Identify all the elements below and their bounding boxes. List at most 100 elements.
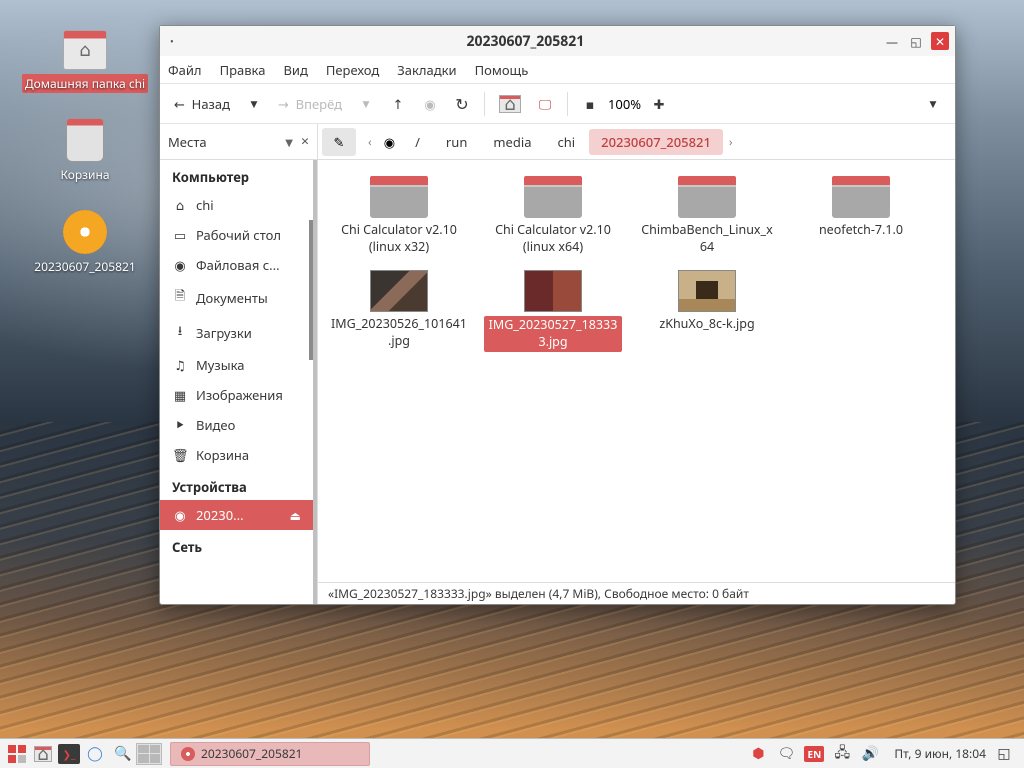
up-button[interactable]: ↑ (384, 90, 412, 118)
separator (567, 92, 568, 116)
file-grid[interactable]: Chi Calculator v2.10 (linux x32) Chi Cal… (318, 160, 955, 582)
videos-icon: ⯈ (172, 416, 188, 434)
computer-button[interactable]: 🖵 (531, 90, 559, 118)
disc-icon (181, 747, 195, 761)
sidebar-item-device[interactable]: ◉ 20230... ⏏ (160, 500, 313, 530)
desktop-icon-label: 20230607_205821 (32, 258, 137, 275)
system-tray: ⬢ 🗨 EN 🖧 🔊 Пт, 9 июн, 18:04 ◱ (748, 744, 1020, 764)
image-thumbnail (370, 270, 428, 312)
launcher-files[interactable] (30, 742, 56, 766)
sidebar-item-filesystem[interactable]: ◉Файловая с... (160, 250, 313, 280)
tray-network-icon[interactable]: 🖧 (832, 744, 852, 764)
desktop-icon-trash[interactable]: Корзина (15, 118, 155, 183)
trash-icon: 🗑 (172, 446, 188, 464)
clock[interactable]: Пт, 9 июн, 18:04 (894, 745, 986, 762)
image-item[interactable]: IMG_20230526_101641.jpg (326, 266, 472, 356)
app-menu-button[interactable] (4, 742, 30, 766)
sidebar-item-documents[interactable]: 🗎Документы (160, 280, 313, 315)
sidebar-item-desktop[interactable]: ▭Рабочий стол (160, 220, 313, 250)
tray-chat-icon[interactable]: 🗨 (776, 744, 796, 764)
folder-item[interactable]: neofetch-7.1.0 (788, 172, 934, 260)
path-run[interactable]: run (434, 129, 479, 155)
documents-icon: 🗎 (172, 286, 188, 309)
image-item[interactable]: zKhuXo_8c-k.jpg (634, 266, 780, 356)
close-button[interactable]: ✕ (931, 32, 949, 50)
taskbar: ❯_ ◯ 🔍 20230607_205821 ⬢ 🗨 EN 🖧 🔊 Пт, 9 … (0, 738, 1024, 768)
launcher-browser[interactable]: ◯ (82, 742, 108, 766)
tray-package-icon[interactable]: ⬢ (748, 744, 768, 764)
sidebar-item-trash[interactable]: 🗑Корзина (160, 440, 313, 470)
titlebar[interactable]: • 20230607_205821 — ◱ ✕ (160, 26, 955, 56)
path-chi[interactable]: chi (546, 129, 588, 155)
sidebar-item-pictures[interactable]: ▦Изображения (160, 380, 313, 410)
content: ✎ ‹ ◉ / run media chi 20230607_205821 › … (318, 124, 955, 604)
launcher-terminal[interactable]: ❯_ (58, 744, 80, 764)
taskbar-window-label: 20230607_205821 (201, 745, 302, 762)
edit-path-button[interactable]: ✎ (322, 128, 356, 156)
menu-file[interactable]: Файл (168, 61, 202, 79)
back-button[interactable]: ← Назад (168, 90, 236, 118)
home-button[interactable] (493, 90, 527, 118)
menu-bookmarks[interactable]: Закладки (397, 61, 456, 79)
stop-button[interactable]: ◉ (416, 90, 444, 118)
sidebar-item-downloads[interactable]: ⭳Загрузки (160, 315, 313, 350)
image-thumbnail (524, 270, 582, 312)
maximize-button[interactable]: ◱ (907, 32, 925, 50)
disc-icon (63, 210, 107, 254)
folder-item[interactable]: Chi Calculator v2.10 (linux x64) (480, 172, 626, 260)
view-mode-button[interactable]: ▼ (919, 90, 947, 118)
root-icon: ◉ (378, 133, 401, 151)
menu-view[interactable]: Вид (283, 61, 307, 79)
menu-go[interactable]: Переход (326, 61, 379, 79)
menu-edit[interactable]: Правка (220, 61, 266, 79)
desktop-icon-disc[interactable]: 20230607_205821 (15, 210, 155, 275)
show-desktop-button[interactable]: ◱ (994, 744, 1014, 764)
keyboard-layout[interactable]: EN (804, 746, 824, 762)
eject-button[interactable]: ⏏ (290, 507, 301, 524)
folder-icon (63, 30, 107, 70)
forward-history-button[interactable]: ▼ (352, 90, 380, 118)
section-computer: Компьютер (160, 160, 313, 190)
workspace-pager[interactable] (136, 743, 162, 765)
path-media[interactable]: media (481, 129, 543, 155)
reload-button[interactable]: ↻ (448, 90, 476, 118)
desktop-icon-label: Корзина (58, 166, 111, 183)
desktop-icon: ▭ (172, 226, 188, 244)
chevron-down-icon: ▼ (285, 135, 293, 149)
path-current[interactable]: 20230607_205821 (589, 129, 723, 155)
zoom-in-button[interactable]: ✚ (645, 90, 673, 118)
path-root[interactable]: / (403, 129, 432, 155)
minimize-button[interactable]: — (883, 32, 901, 50)
statusbar: «IMG_20230527_183333.jpg» выделен (4,7 M… (318, 582, 955, 604)
tray-volume-icon[interactable]: 🔊 (860, 744, 880, 764)
sidebar-item-music[interactable]: ♫Музыка (160, 350, 313, 380)
launcher-search[interactable]: 🔍 (110, 742, 136, 766)
zoom-out-button[interactable]: ▪ (576, 90, 604, 118)
status-text: «IMG_20230527_183333.jpg» выделен (4,7 M… (328, 585, 749, 602)
sidebar-item-home[interactable]: ⌂chi (160, 190, 313, 220)
zoom-level: 100% (608, 95, 641, 113)
forward-button[interactable]: → Вперёд (272, 90, 348, 118)
taskbar-window-button[interactable]: 20230607_205821 (170, 742, 370, 766)
back-history-button[interactable]: ▼ (240, 90, 268, 118)
folder-item[interactable]: Chi Calculator v2.10 (linux x32) (326, 172, 472, 260)
file-manager-window: • 20230607_205821 — ◱ ✕ Файл Правка Вид … (159, 25, 956, 605)
sidebar-item-videos[interactable]: ⯈Видео (160, 410, 313, 440)
folder-icon (678, 176, 736, 218)
pathbar: ✎ ‹ ◉ / run media chi 20230607_205821 › (318, 124, 955, 160)
quick-launch: ❯_ ◯ 🔍 (30, 742, 136, 766)
menu-help[interactable]: Помощь (475, 61, 529, 79)
pictures-icon: ▦ (172, 386, 188, 404)
places-label: Места (168, 133, 285, 151)
desktop-icon-label: Домашняя папка chi (22, 74, 148, 93)
section-devices: Устройства (160, 470, 313, 500)
image-item[interactable]: IMG_20230527_183333.jpg (480, 266, 626, 356)
close-sidebar-button[interactable]: × (301, 132, 309, 151)
desktop-icon-home[interactable]: Домашняя папка chi (15, 30, 155, 93)
path-scroll-right[interactable]: › (725, 133, 737, 150)
folder-item[interactable]: ChimbaBench_Linux_x64 (634, 172, 780, 260)
music-icon: ♫ (172, 356, 188, 374)
path-scroll-left[interactable]: ‹ (364, 133, 376, 150)
sidebar-selector[interactable]: Места ▼ × (160, 124, 317, 160)
folder-icon (832, 176, 890, 218)
